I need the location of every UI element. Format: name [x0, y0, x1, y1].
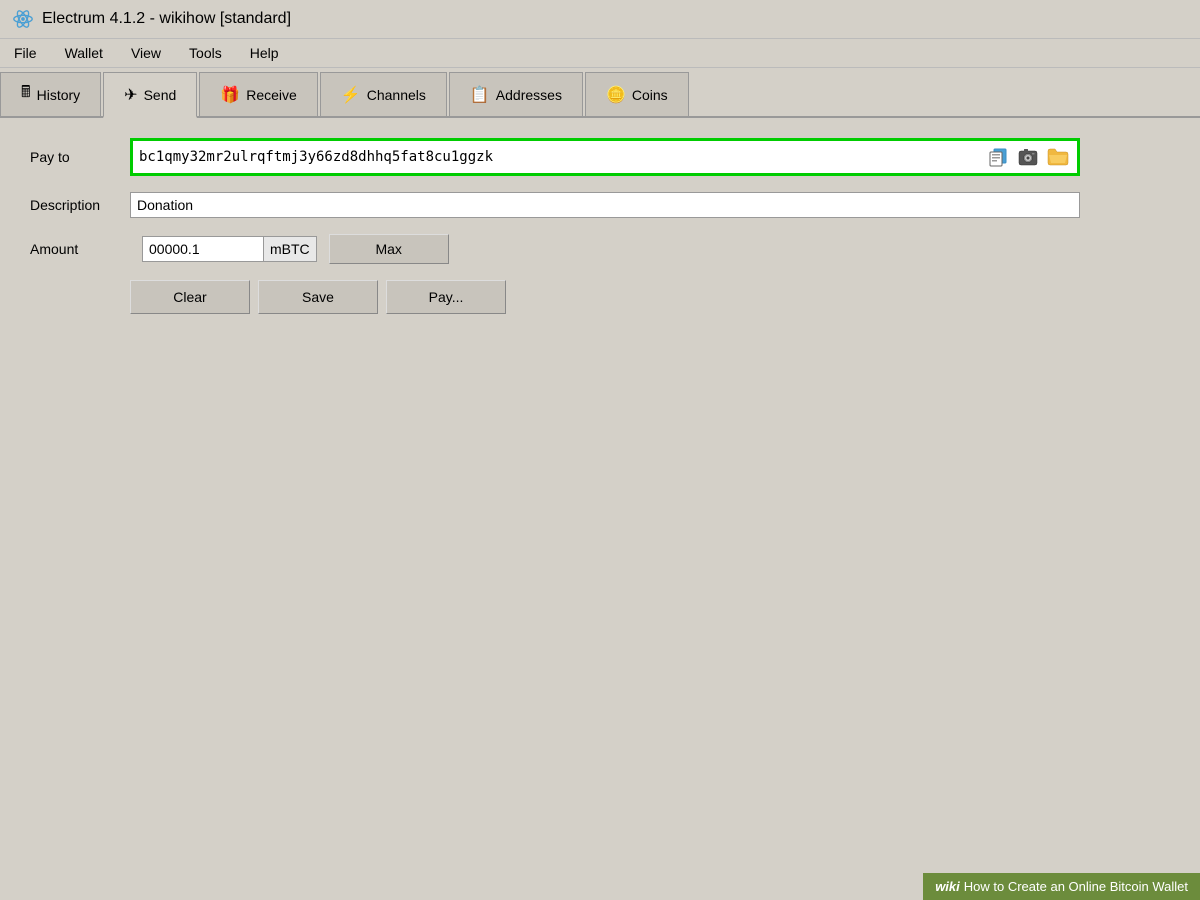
receive-icon: 🎁	[220, 85, 240, 105]
menu-wallet[interactable]: Wallet	[59, 43, 109, 63]
menu-bar: File Wallet View Tools Help	[0, 39, 1200, 68]
wikihow-text: How to Create an Online Bitcoin Wallet	[964, 879, 1188, 894]
tab-addresses[interactable]: 📋 Addresses	[449, 72, 583, 116]
tab-receive[interactable]: 🎁 Receive	[199, 72, 318, 116]
amount-input[interactable]	[143, 237, 263, 261]
title-bar: Electrum 4.1.2 - wikihow [standard]	[0, 0, 1200, 39]
wiki-label: wiki	[935, 879, 960, 894]
pay-to-label: Pay to	[30, 149, 130, 165]
channels-icon: ⚡	[341, 85, 361, 105]
menu-help[interactable]: Help	[244, 43, 285, 63]
addresses-icon: 📋	[470, 85, 490, 105]
max-button[interactable]: Max	[329, 234, 449, 264]
clear-button[interactable]: Clear	[130, 280, 250, 314]
amount-unit: mBTC	[263, 237, 316, 261]
app-icon	[12, 8, 34, 30]
copy-icon[interactable]	[985, 145, 1011, 169]
amount-input-container: mBTC	[142, 236, 317, 262]
pay-button[interactable]: Pay...	[386, 280, 506, 314]
pay-to-row: Pay to	[30, 138, 1170, 176]
menu-file[interactable]: File	[8, 43, 43, 63]
pay-to-container	[130, 138, 1080, 176]
tab-send[interactable]: ✈ Send	[103, 72, 197, 118]
menu-view[interactable]: View	[125, 43, 167, 63]
action-buttons: Clear Save Pay...	[130, 280, 1170, 314]
menu-tools[interactable]: Tools	[183, 43, 228, 63]
amount-label: Amount	[30, 241, 130, 257]
send-icon: ✈	[124, 85, 137, 105]
pay-to-input[interactable]	[139, 149, 981, 165]
description-label: Description	[30, 197, 130, 213]
tab-bar: 🖩 History ✈ Send 🎁 Receive ⚡ Channels 📋 …	[0, 68, 1200, 118]
wikihow-watermark: wiki How to Create an Online Bitcoin Wal…	[923, 873, 1200, 900]
app-title: Electrum 4.1.2 - wikihow [standard]	[42, 10, 291, 28]
camera-icon[interactable]	[1015, 145, 1041, 169]
description-row: Description	[30, 192, 1170, 218]
amount-row: Amount mBTC Max	[30, 234, 1170, 264]
tab-history[interactable]: 🖩 History	[0, 72, 101, 116]
main-content: Pay to	[0, 118, 1200, 334]
folder-icon[interactable]	[1045, 145, 1071, 169]
tab-channels[interactable]: ⚡ Channels	[320, 72, 447, 116]
tab-coins[interactable]: 🪙 Coins	[585, 72, 689, 116]
description-input[interactable]	[130, 192, 1080, 218]
save-button[interactable]: Save	[258, 280, 378, 314]
coins-icon: 🪙	[606, 85, 626, 105]
history-icon: 🖩	[21, 81, 31, 108]
